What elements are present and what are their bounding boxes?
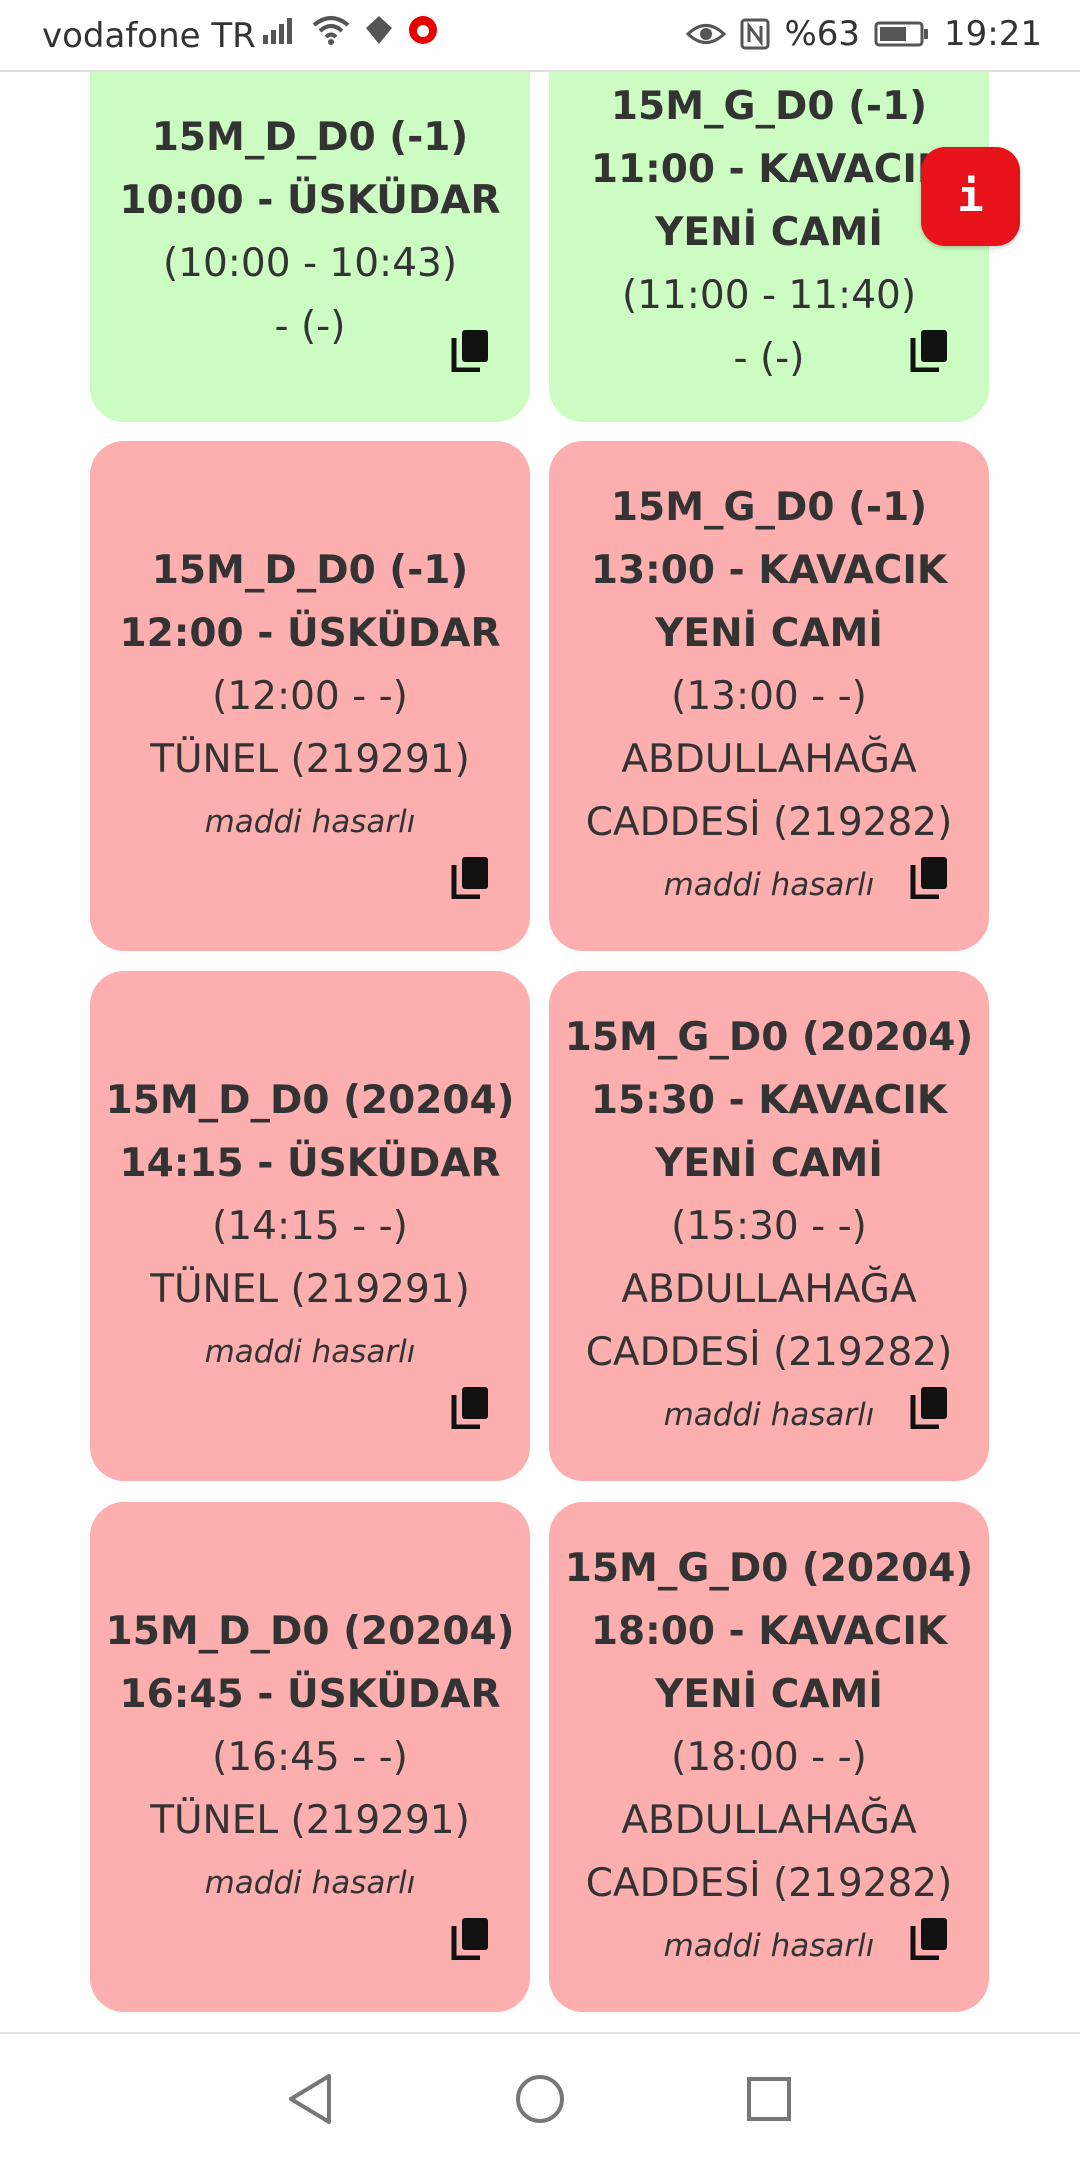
wifi-icon — [312, 15, 350, 45]
trip-range: (15:30 - -) — [671, 1203, 867, 1249]
trip-range: (11:00 - 11:40) — [621, 272, 917, 318]
copy-icon[interactable] — [909, 855, 949, 900]
trip-card[interactable]: 15M_D_D0 (20204) 16:45 - ÜSKÜDAR (16:45 … — [90, 1502, 530, 2012]
trip-time-stop: 10:00 - ÜSKÜDAR — [119, 178, 501, 223]
trip-card[interactable]: 15M_D_D0 (-1) 12:00 - ÜSKÜDAR (12:00 - -… — [90, 441, 530, 951]
navigation-bar — [0, 2032, 1080, 2160]
trip-card[interactable]: 15M_G_D0 (20204) 18:00 - KAVACIK YENİ CA… — [549, 1502, 989, 2012]
trip-stop: ABDULLAHAĞA CADDESİ (219282) — [585, 736, 953, 845]
trip-stop: TÜNEL (219291) — [150, 1266, 470, 1312]
trip-note: maddi hasarlı — [204, 803, 416, 840]
trip-time-stop: 11:00 - KAVACIK YENİ CAMİ — [590, 146, 948, 255]
trip-note: maddi hasarlı — [204, 1333, 416, 1370]
trip-stop: TÜNEL (219291) — [150, 736, 470, 782]
trip-range: (16:45 - -) — [212, 1734, 408, 1780]
trip-title: 15M_D_D0 (-1) — [151, 115, 469, 160]
trip-note: maddi hasarlı — [663, 866, 875, 903]
copy-icon[interactable] — [450, 855, 490, 900]
copy-icon[interactable] — [450, 1916, 490, 1961]
eye-comfort-icon — [686, 19, 727, 49]
copy-icon[interactable] — [909, 1385, 949, 1430]
carrier-name: vodafone TR — [42, 16, 256, 56]
status-bar: vodafone TR %63 19:21 — [0, 0, 1080, 72]
trip-time-stop: 15:30 - KAVACIK YENİ CAMİ — [590, 1077, 948, 1186]
trip-range: (14:15 - -) — [212, 1203, 408, 1249]
trip-stop: ABDULLAHAĞA CADDESİ (219282) — [585, 1266, 953, 1375]
trip-title: 15M_G_D0 (20204) — [564, 1014, 974, 1060]
trip-stop: - (-) — [733, 335, 805, 381]
trip-note: maddi hasarlı — [663, 1927, 875, 1964]
trip-time-stop: 13:00 - KAVACIK YENİ CAMİ — [590, 547, 948, 656]
trip-time-stop: 18:00 - KAVACIK YENİ CAMİ — [590, 1608, 948, 1717]
trip-title: 15M_D_D0 (20204) — [105, 1077, 515, 1123]
nfc-icon — [740, 18, 770, 50]
trip-range: (13:00 - -) — [671, 673, 867, 719]
trip-range: (12:00 - -) — [212, 673, 408, 719]
copy-icon[interactable] — [450, 1385, 490, 1430]
vodafone-icon — [408, 15, 438, 45]
battery-percent: %63 — [784, 14, 861, 54]
trip-stop: TÜNEL (219291) — [150, 1797, 470, 1843]
trip-card[interactable]: 15M_G_D0 (20204) 15:30 - KAVACIK YENİ CA… — [549, 971, 989, 1481]
system-icons — [262, 14, 438, 46]
copy-icon[interactable] — [909, 1916, 949, 1961]
trip-time-stop: 12:00 - ÜSKÜDAR — [119, 610, 501, 656]
trip-title: 15M_D_D0 (20204) — [105, 1608, 515, 1654]
trip-time-stop: 14:15 - ÜSKÜDAR — [119, 1140, 501, 1186]
trip-card[interactable]: 15M_G_D0 (-1) 11:00 - KAVACIK YENİ CAMİ … — [549, 72, 989, 422]
trip-stop: - (-) — [274, 304, 346, 349]
trip-title: 15M_D_D0 (-1) — [151, 547, 469, 593]
status-right: %63 19:21 — [686, 14, 1042, 54]
data-saver-icon — [364, 14, 394, 46]
trip-title: 15M_G_D0 (-1) — [610, 83, 928, 129]
trip-title: 15M_G_D0 (-1) — [610, 484, 928, 530]
back-icon[interactable] — [275, 2064, 345, 2134]
info-button[interactable]: i — [921, 147, 1020, 246]
trip-card[interactable]: 15M_D_D0 (20204) 14:15 - ÜSKÜDAR (14:15 … — [90, 971, 530, 1481]
copy-icon[interactable] — [909, 328, 949, 373]
trip-range: (18:00 - -) — [671, 1734, 867, 1780]
trip-card[interactable]: 15M_D_D0 (-1) 10:00 - ÜSKÜDAR (10:00 - 1… — [90, 72, 530, 422]
battery-icon — [874, 20, 930, 48]
copy-icon[interactable] — [450, 328, 490, 373]
clock: 19:21 — [944, 14, 1042, 54]
trip-note: maddi hasarlı — [204, 1864, 416, 1901]
trip-time-stop: 16:45 - ÜSKÜDAR — [119, 1671, 501, 1717]
trip-note: maddi hasarlı — [663, 1396, 875, 1433]
trip-stop: ABDULLAHAĞA CADDESİ (219282) — [585, 1797, 953, 1906]
trip-range: (10:00 - 10:43) — [162, 241, 458, 286]
trip-card[interactable]: 15M_G_D0 (-1) 13:00 - KAVACIK YENİ CAMİ … — [549, 441, 989, 951]
home-icon[interactable] — [505, 2064, 575, 2134]
signal-icon — [262, 15, 298, 45]
recents-icon[interactable] — [734, 2064, 804, 2134]
trip-list[interactable]: 15M_D_D0 (-1) 10:00 - ÜSKÜDAR (10:00 - 1… — [0, 72, 1080, 2032]
trip-title: 15M_G_D0 (20204) — [564, 1545, 974, 1591]
